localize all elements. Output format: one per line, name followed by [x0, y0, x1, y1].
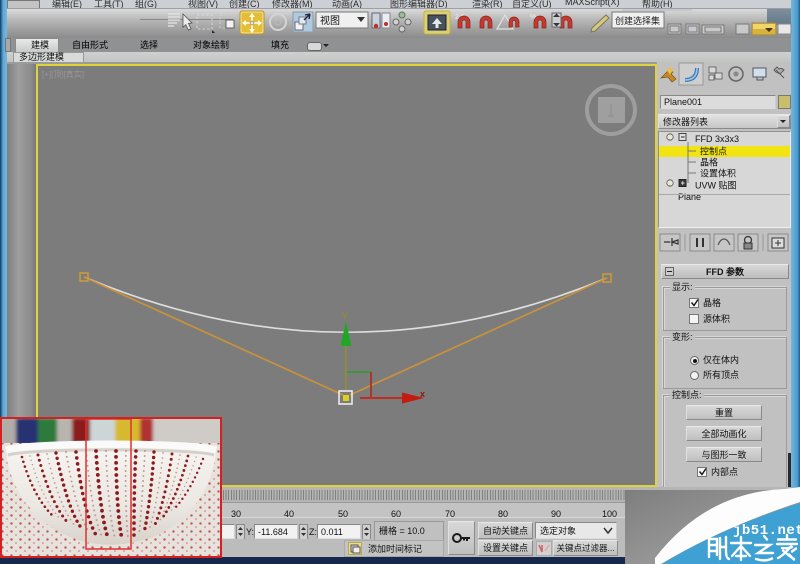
svg-text:Y: Y: [342, 311, 348, 321]
svg-text:UVW 贴图: UVW 贴图: [695, 180, 737, 191]
svg-text:x: x: [420, 389, 425, 399]
svg-text:设置体积: 设置体积: [700, 168, 736, 179]
svg-text:控制点: 控制点: [700, 146, 727, 157]
svg-text:Plane: Plane: [678, 192, 701, 202]
svg-text:jb51.net: jb51.net: [733, 523, 800, 539]
svg-text:晶格: 晶格: [700, 157, 718, 168]
svg-text:FFD 3x3x3: FFD 3x3x3: [695, 134, 739, 144]
